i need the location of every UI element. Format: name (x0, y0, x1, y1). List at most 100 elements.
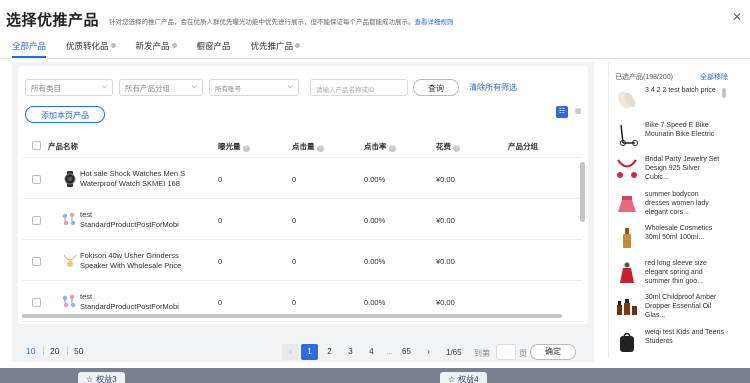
vertical-scrollbar[interactable] (580, 162, 585, 222)
horizontal-scrollbar[interactable] (22, 314, 562, 318)
selected-item[interactable]: summer bodycon dresses women lady elegan… (615, 190, 725, 222)
impressions-value: 0 (218, 216, 223, 225)
selected-item-label: 3 4 2 2 test batch price (645, 87, 716, 94)
tab-4[interactable]: 优先推广品 (251, 40, 301, 58)
jewelry-icon (615, 157, 639, 181)
necklace-icon (62, 253, 78, 269)
page-size-20[interactable]: 20 (50, 346, 59, 356)
modal-title: 选择优推产品 (6, 11, 100, 29)
selected-item[interactable]: weiqi test Kids and Teens Students (615, 328, 725, 360)
dress-icon (615, 261, 639, 285)
category-select[interactable]: 所有类目 ⌵ (25, 79, 113, 96)
select-products-modal: 选择优推产品 针对您选择的推广产品，会在优质人群优先曝光功能中优先进行展示，但不… (0, 0, 750, 368)
col-cost: 花费? (436, 141, 460, 152)
grid-view-icon[interactable]: ▦ (572, 106, 584, 118)
selected-item[interactable]: 3 4 2 2 test batch price (615, 86, 725, 118)
backpack-icon (615, 330, 639, 354)
table-row[interactable]: test StandardProductPostForMobi 0 0 0.00% ¥0.… (22, 201, 582, 240)
row-checkbox[interactable] (32, 298, 41, 307)
page-ellipsis: ... (386, 347, 393, 356)
page-4[interactable]: 4 (363, 344, 380, 360)
product-tabs: 全部产品 优质转化品 新发产品 橱窗产品 优先推广品 (12, 40, 320, 58)
tab-label: 全部产品 (12, 41, 47, 51)
account-select[interactable]: 所有账号 ⌵ (209, 79, 299, 96)
ctr-value: 0.00% (364, 216, 386, 225)
table-row[interactable]: Fokison 40w Usher Grinderss Speaker With … (22, 242, 582, 281)
tab-label: 橱窗产品 (196, 41, 231, 51)
skirt-icon (615, 192, 639, 216)
col-name: 产品名称 (48, 142, 78, 151)
row-checkbox[interactable] (32, 257, 41, 266)
product-name: Hot sale Shock Watches Men S Waterproof W… (80, 169, 190, 189)
help-icon[interactable]: ? (242, 145, 250, 152)
help-icon[interactable]: ? (316, 145, 324, 152)
row-checkbox[interactable] (32, 216, 41, 225)
add-page-products-button[interactable]: 添加本页产品 (25, 106, 105, 123)
prev-page-icon[interactable]: ‹ (282, 344, 299, 360)
tab-3[interactable]: 橱窗产品 (197, 40, 231, 58)
group-select[interactable]: 所有产品分组 ⌵ (119, 79, 203, 96)
cost-value: ¥0.00 (436, 216, 455, 225)
tab-2[interactable]: 新发产品 (136, 40, 177, 58)
bottle-icon (615, 226, 639, 250)
selected-item-label: red long sleeve size elegant spring and … (645, 259, 707, 285)
clear-filters-link[interactable]: 清除所有筛选 (469, 82, 517, 93)
benefit-badge-4: ☆ 权益4 (440, 372, 487, 383)
page-suffix: 页 (519, 349, 527, 358)
modal-header: 选择优推产品 针对您选择的推广产品，会在优质人群优先曝光功能中优先进行展示，但不… (6, 9, 454, 29)
table-row[interactable]: Hot sale Shock Watches Men S Waterproof W… (22, 160, 582, 199)
clicks-value: 0 (292, 175, 297, 184)
selected-item-label: weiqi test Kids and Teens Students (645, 328, 724, 345)
page-2[interactable]: 2 (321, 344, 338, 360)
close-icon[interactable]: ✕ (732, 10, 742, 24)
table-header: 产品名称 曝光量? 点击量? 点击率? 花费? 产品分组 (22, 132, 582, 158)
clicks-value: 0 (292, 298, 297, 307)
cost-value: ¥0.00 (436, 298, 455, 307)
selected-item[interactable]: 30ml Childproof Amber Dropper Essential … (615, 293, 725, 325)
flowers-icon (62, 212, 78, 228)
clicks-value: 0 (292, 216, 297, 225)
query-button[interactable]: 查询 (413, 79, 459, 96)
selected-item[interactable]: Bike 7 Speed E Bike Mounatin Bike Electr… (615, 121, 725, 153)
tab-1[interactable]: 优质转化品 (66, 40, 116, 58)
page-size-10[interactable]: 10 (26, 346, 35, 356)
page-3[interactable]: 3 (342, 344, 359, 360)
chevron-down-icon: ⌵ (101, 83, 107, 90)
search-input[interactable]: 请输入产品名称或ID (310, 79, 408, 96)
page-size-50[interactable]: 50 (74, 346, 83, 356)
tab-divider (0, 58, 750, 59)
clicks-value: 0 (292, 257, 297, 266)
next-page-icon[interactable]: › (420, 344, 437, 360)
selected-item[interactable]: Bridal Party Jewelry Set Design 925 Silv… (615, 155, 725, 187)
col-ctr: 点击率? (364, 141, 396, 152)
benefit-badge-3: ☆ 权益3 (78, 372, 125, 383)
selected-item[interactable]: Wholesale Cosmetics 30ml 50ml 100ml... (615, 224, 725, 256)
remove-all-link[interactable]: 全部移除 (700, 72, 728, 82)
select-all-checkbox[interactable] (32, 141, 41, 150)
product-list-area: 所有类目 ⌵ 所有产品分组 ⌵ 所有账号 ⌵ 请输入产品名称或ID 查询 清除所有筛选… (12, 62, 594, 362)
goto-page-input[interactable] (496, 344, 516, 360)
rules-link[interactable]: 查看详细规则 (415, 16, 454, 26)
divider (67, 346, 68, 355)
page-65[interactable]: 65 (398, 344, 415, 360)
product-name: test StandardProductPostForMobi (80, 210, 190, 230)
divider (43, 346, 44, 355)
confirm-button[interactable]: 确定 (530, 344, 576, 360)
info-dot-icon (295, 43, 301, 48)
cost-value: ¥0.00 (436, 175, 455, 184)
product-name: test StandardProductPostForMobi (80, 292, 190, 312)
view-toggle: ☷ ▦ (556, 106, 584, 118)
col-group: 产品分组 (508, 142, 538, 151)
ctr-value: 0.00% (364, 298, 386, 307)
tab-label: 优先推广品 (250, 41, 294, 51)
goto-label: 到第 (474, 349, 490, 358)
page-1[interactable]: 1 (301, 344, 318, 360)
product-name-line: Waterproof Watch SKMEI 168 (80, 179, 180, 188)
row-checkbox[interactable] (32, 175, 41, 184)
help-icon[interactable]: ? (453, 145, 460, 152)
help-icon[interactable]: ? (388, 145, 396, 152)
product-name-line: test (80, 292, 93, 301)
selected-item[interactable]: red long sleeve size elegant spring and … (615, 259, 725, 291)
tab-0[interactable]: 全部产品 (12, 40, 47, 58)
list-view-icon[interactable]: ☷ (556, 106, 568, 118)
